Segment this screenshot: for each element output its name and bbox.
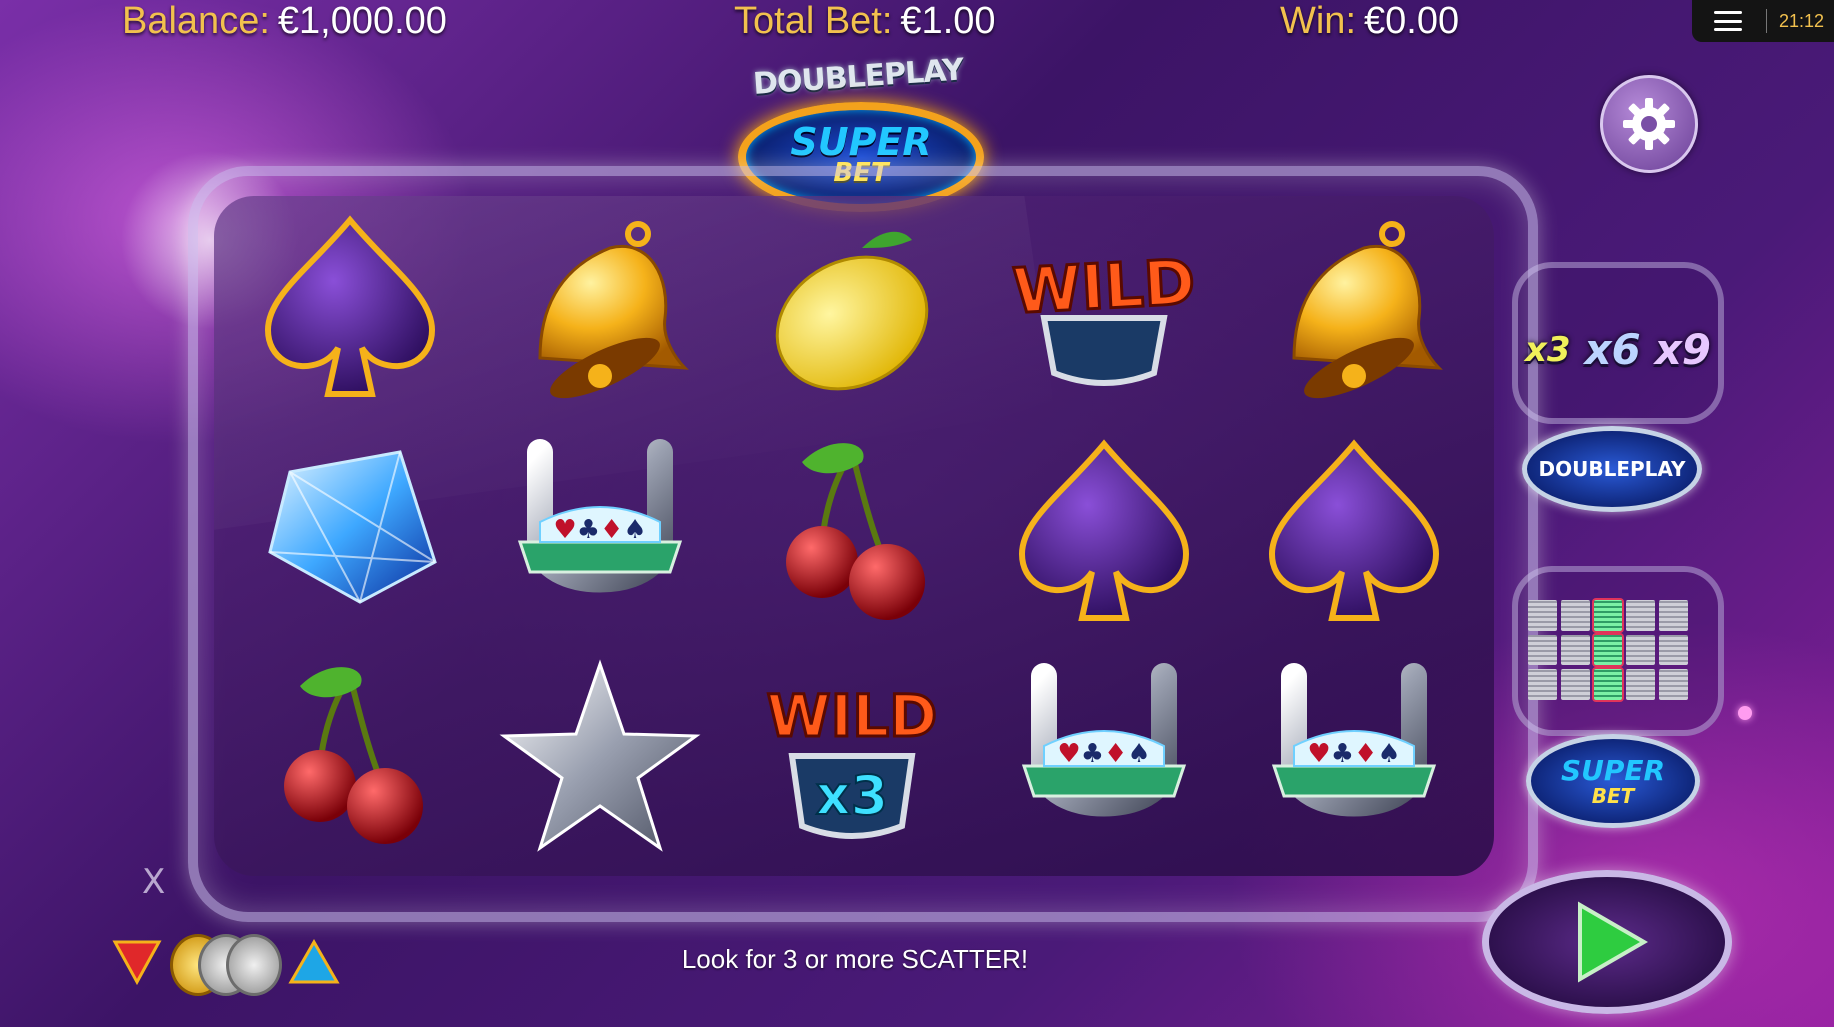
symbol-horseshoe (1254, 656, 1454, 856)
superbet-label-line1: SUPER (1560, 754, 1666, 787)
win-value: €0.00 (1364, 0, 1460, 42)
superbet-button[interactable]: SUPER BET (1526, 734, 1700, 828)
system-bar: 21:12 (1692, 0, 1834, 42)
gear-icon (1623, 98, 1675, 150)
symbol-cherry (250, 656, 450, 856)
symbol-cherry (752, 432, 952, 632)
spin-button[interactable] (1482, 870, 1732, 1014)
settings-button[interactable] (1600, 75, 1698, 173)
paylines-grid-icon[interactable] (1528, 600, 1688, 700)
multiplier-x3[interactable]: x3 (1525, 330, 1571, 370)
wild-multiplier-text: x3 (816, 764, 888, 827)
status-message: Look for 3 or more SCATTER! (681, 944, 1029, 974)
symbol-lemon (752, 208, 952, 416)
symbol-horseshoe (1004, 656, 1204, 856)
balance-display: Balance: €1,000.00 (122, 0, 447, 46)
reel-area: WILD WILD x3 (214, 196, 1494, 876)
total-bet-display: Total Bet: €1.00 (734, 0, 996, 46)
background-sparkle (1738, 706, 1752, 720)
symbol-spade (250, 208, 450, 408)
total-bet-value: €1.00 (900, 0, 996, 42)
symbol-diamond (250, 432, 450, 632)
balance-value: €1,000.00 (277, 0, 447, 42)
total-bet-label: Total Bet: (734, 0, 893, 42)
win-display: Win: €0.00 (1280, 0, 1459, 46)
win-label: Win: (1280, 0, 1356, 42)
wild-text: WILD (1011, 245, 1197, 327)
symbol-bell (500, 208, 700, 408)
hamburger-menu-icon[interactable] (1714, 11, 1742, 31)
symbol-horseshoe (500, 432, 700, 632)
multiplier-x9[interactable]: x9 (1655, 325, 1711, 374)
symbol-star (500, 656, 700, 856)
symbol-spade (1254, 432, 1454, 632)
multiplier-x6[interactable]: x6 (1584, 325, 1640, 374)
balance-label: Balance: (122, 0, 270, 42)
logo-doubleplay-text: DOUBLEPLAY (752, 52, 965, 102)
doubleplay-button[interactable]: DOUBLEPLAY (1522, 426, 1702, 512)
multiplier-options: x3 x6 x9 (1518, 325, 1718, 374)
superbet-label-line2: BET (1591, 784, 1635, 808)
symbol-bell (1254, 208, 1454, 408)
clock: 21:12 (1779, 10, 1825, 31)
divider (1766, 9, 1767, 33)
symbol-wild: WILD (1004, 208, 1204, 408)
symbol-wild-x3: WILD x3 (752, 656, 952, 856)
close-icon[interactable]: X (142, 862, 165, 902)
wild-text: WILD (767, 682, 938, 750)
symbol-spade (1004, 432, 1204, 632)
